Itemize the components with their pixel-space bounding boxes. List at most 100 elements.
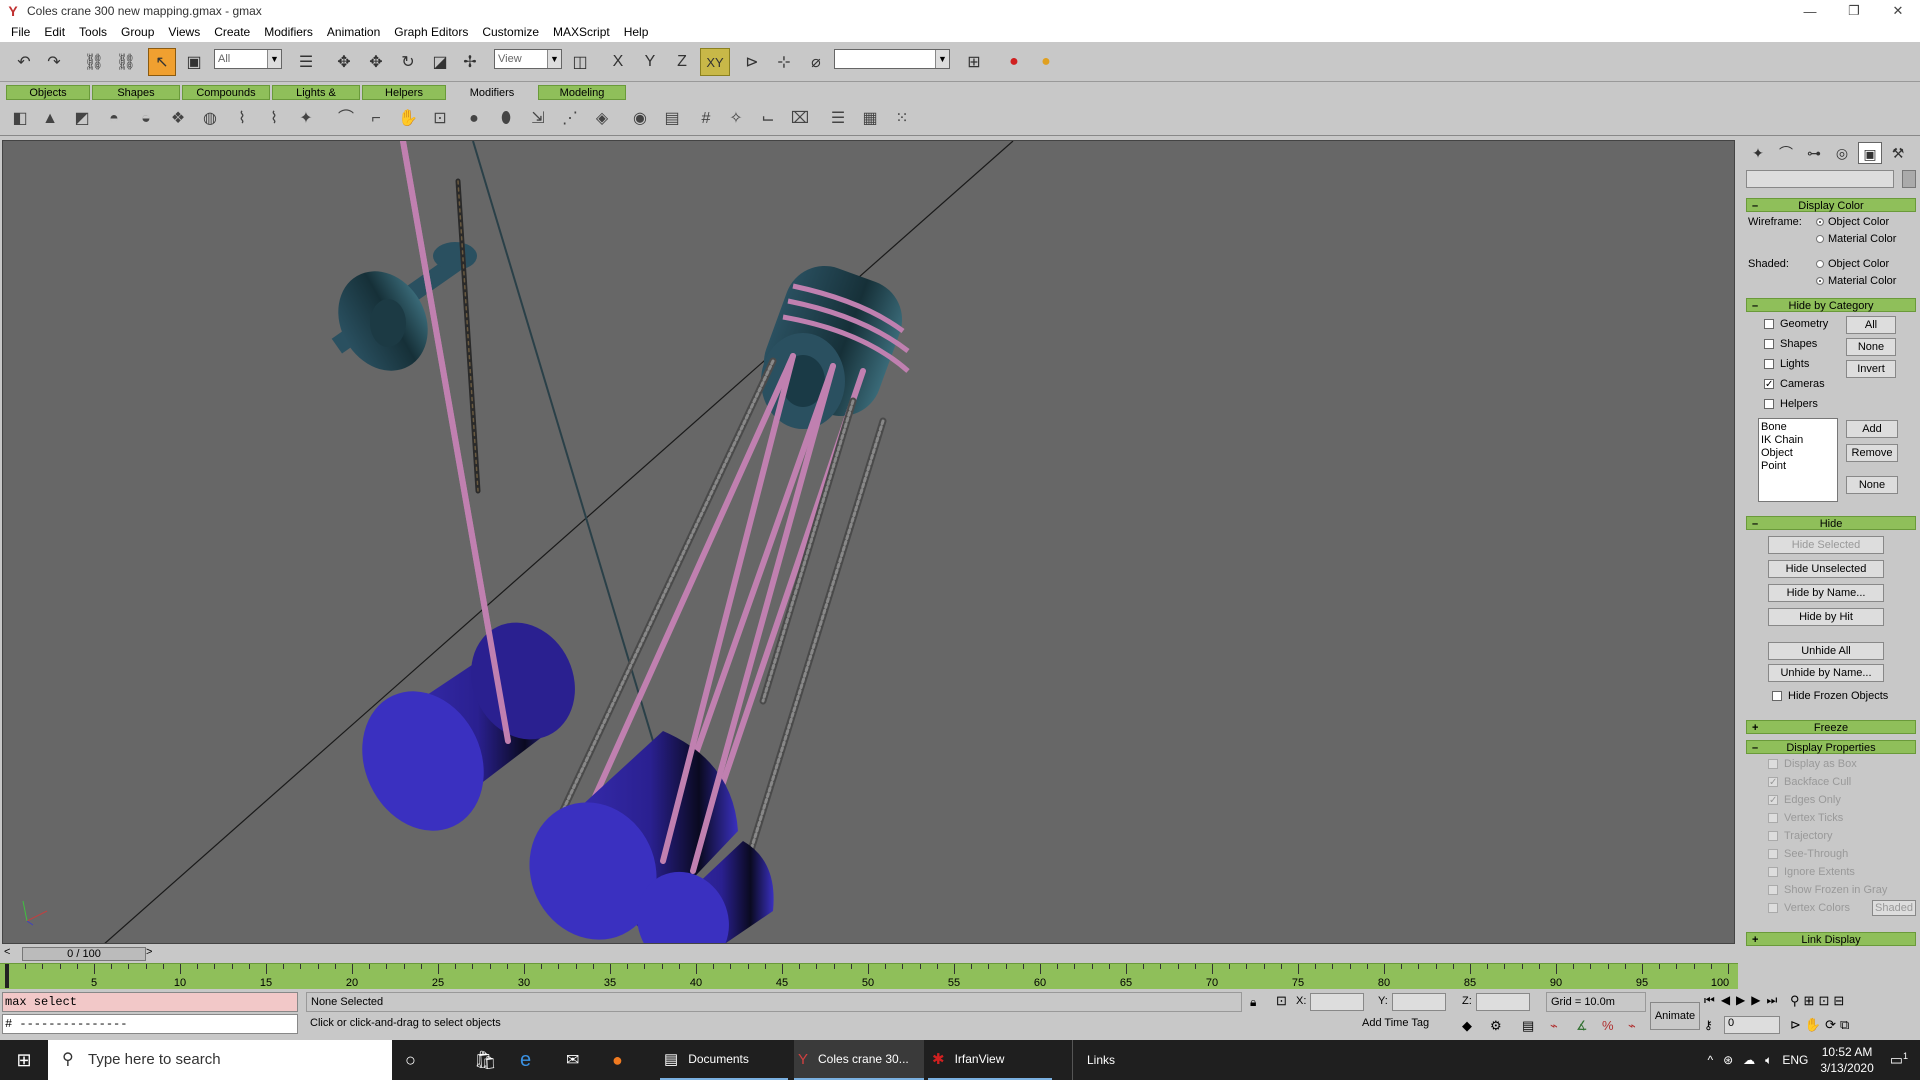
windows-start-icon[interactable]: ⊞ (0, 1040, 48, 1080)
twist-icon[interactable]: ◩ (70, 107, 94, 131)
category-geometry-checkbox[interactable]: Geometry (1764, 318, 1920, 338)
select-link-icon[interactable]: ⛓ (80, 48, 108, 76)
create-tab-icon[interactable]: ✦ (1746, 142, 1770, 164)
shaded-material-color-radio[interactable]: Material Color (1816, 275, 1896, 287)
hide-by-hit-button[interactable]: Hide by Hit (1768, 608, 1884, 626)
taskbar-documents[interactable]: ▤ Documents (660, 1040, 788, 1080)
selection-filter-dropdown[interactable]: All ▼ (214, 49, 282, 69)
maximize-button[interactable]: ❐ (1832, 0, 1876, 22)
rollout-link-display[interactable]: + Link Display (1746, 932, 1916, 946)
sphere-map-icon[interactable]: ● (462, 107, 486, 131)
category-add-button[interactable]: Add (1846, 420, 1898, 438)
time-prev-icon[interactable]: < (4, 946, 10, 958)
vertex-colors-checkbox[interactable]: Vertex Colors Shaded (1768, 900, 1920, 920)
category-list-none-button[interactable]: None (1846, 476, 1898, 494)
path-deform-icon[interactable]: ⌐ (364, 107, 388, 131)
checker-icon[interactable]: ▦ (858, 107, 882, 131)
rollout-display-color[interactable]: – Display Color (1746, 198, 1916, 212)
select-object-icon[interactable]: ↖ (148, 48, 176, 76)
tab-objects[interactable]: Objects (6, 85, 90, 100)
hierarchy-tab-icon[interactable]: ⊶ (1802, 142, 1826, 164)
noise-icon[interactable]: ◓ (102, 107, 126, 131)
normal-icon[interactable]: ⌙ (756, 107, 780, 131)
maxscript-listener-output[interactable]: # --------------- (2, 1014, 298, 1034)
tab-shapes[interactable]: Shapes (92, 85, 180, 100)
display-as-box-checkbox[interactable]: Display as Box (1768, 758, 1920, 776)
fov-icon[interactable]: ⊳ (1790, 1017, 1801, 1033)
goto-end-icon[interactable]: ⏭ (1767, 993, 1778, 1008)
tab-helpers[interactable]: Helpers (362, 85, 446, 100)
wave-icon[interactable]: ⌇ (262, 107, 286, 131)
schematic-icon[interactable]: ⊞ (960, 48, 988, 76)
object-name-field[interactable] (1746, 170, 1894, 188)
wireframe-material-color-radio[interactable]: Material Color (1816, 233, 1896, 245)
wireframe-object-color-radio[interactable]: Object Color (1816, 216, 1889, 228)
ignore-extents-checkbox[interactable]: Ignore Extents (1768, 866, 1920, 884)
taskbar-links[interactable]: Links (1072, 1040, 1115, 1080)
time-slider[interactable]: 0 / 100 (22, 947, 146, 961)
menu-create[interactable]: Create (207, 25, 257, 39)
xform-icon[interactable]: ⇲ (526, 107, 550, 131)
x-coordinate-field[interactable] (1310, 993, 1364, 1011)
minimize-button[interactable]: — (1788, 0, 1832, 22)
current-frame-marker[interactable] (5, 964, 9, 988)
object-color-swatch[interactable] (1902, 170, 1916, 188)
trajectory-checkbox[interactable]: Trajectory (1768, 830, 1920, 848)
rollout-display-properties[interactable]: – Display Properties (1746, 740, 1916, 754)
menu-views[interactable]: Views (161, 25, 207, 39)
lock-icon[interactable]: 🔒︎ (1250, 995, 1256, 1010)
spherify-icon[interactable]: ◍ (198, 107, 222, 131)
filter-icon[interactable]: ▤ (1522, 1018, 1534, 1034)
absolute-mode-icon[interactable]: ⊡ (1276, 993, 1287, 1009)
region-select-icon[interactable]: ▣ (180, 48, 208, 76)
squeeze-icon[interactable]: ❖ (166, 107, 190, 131)
menu-graph-editors[interactable]: Graph Editors (387, 25, 475, 39)
edit-mesh-icon[interactable]: ◉ (628, 107, 652, 131)
motion-tab-icon[interactable]: ◎ (1830, 142, 1854, 164)
taskbar-irfanview[interactable]: ✱ IrfanView (928, 1040, 1052, 1080)
spinner-snap-icon[interactable]: ⌁ (1628, 1018, 1636, 1034)
lattice-icon[interactable]: ⋰ (558, 107, 582, 131)
snap-toggle-icon[interactable]: ⌁ (1550, 1018, 1558, 1034)
list-item[interactable]: IK Chain Object (1761, 434, 1835, 460)
menu-file[interactable]: File (4, 25, 37, 39)
tab-lights-cameras[interactable]: Lights & Cameras (272, 85, 360, 114)
align-icon[interactable]: ⊹ (770, 48, 798, 76)
time-next-icon[interactable]: > (146, 946, 152, 958)
hide-frozen-checkbox[interactable]: Hide Frozen Objects (1772, 690, 1888, 707)
grid-icon[interactable]: # (694, 107, 718, 131)
arc-rotate-icon[interactable]: ⟳ (1825, 1017, 1836, 1033)
category-invert-button[interactable]: Invert (1846, 360, 1896, 378)
close-button[interactable]: ✕ (1876, 0, 1920, 22)
select-by-name-icon[interactable]: ☰ (292, 48, 320, 76)
menu-animation[interactable]: Animation (320, 25, 387, 39)
slice-icon[interactable]: ⌧ (788, 107, 812, 131)
menu-customize[interactable]: Customize (475, 25, 546, 39)
rollout-hide-by-category[interactable]: – Hide by Category (1746, 298, 1916, 312)
ripple-icon[interactable]: ⌇ (230, 107, 254, 131)
tab-modifiers[interactable]: Modifiers (448, 85, 536, 100)
category-shapes-checkbox[interactable]: Shapes (1764, 338, 1920, 358)
see-through-checkbox[interactable]: See-Through (1768, 848, 1920, 866)
vertex-colors-shaded-button[interactable]: Shaded (1872, 900, 1916, 916)
shaded-object-color-radio[interactable]: Object Color (1816, 258, 1889, 270)
axis-y-button[interactable]: Y (636, 48, 664, 76)
menu-edit[interactable]: Edit (37, 25, 72, 39)
add-time-tag[interactable]: Add Time Tag (1356, 1014, 1476, 1034)
category-all-button[interactable]: All (1846, 316, 1896, 334)
move-alt-icon[interactable]: ✥ (362, 48, 390, 76)
zoom-all-icon[interactable]: ⊞ (1804, 993, 1815, 1009)
zoom-icon[interactable]: ⚲ (1790, 993, 1800, 1009)
firefox-icon[interactable]: ● (612, 1040, 623, 1080)
category-remove-button[interactable]: Remove (1846, 444, 1898, 462)
language-indicator[interactable]: ENG (1782, 1053, 1808, 1067)
modify-tab-icon[interactable]: ⌒ (1774, 142, 1798, 164)
taskbar-search-box[interactable]: ⚲ Type here to search (48, 1040, 392, 1080)
undo-icon[interactable]: ↶ (10, 48, 38, 76)
maxscript-listener-input[interactable]: max select (2, 992, 298, 1012)
menu-maxscript[interactable]: MAXScript (546, 25, 617, 39)
tab-modeling[interactable]: Modeling (538, 85, 626, 100)
unhide-all-button[interactable]: Unhide All (1768, 642, 1884, 660)
menu-tools[interactable]: Tools (72, 25, 114, 39)
scale-icon[interactable]: ◪ (426, 48, 454, 76)
